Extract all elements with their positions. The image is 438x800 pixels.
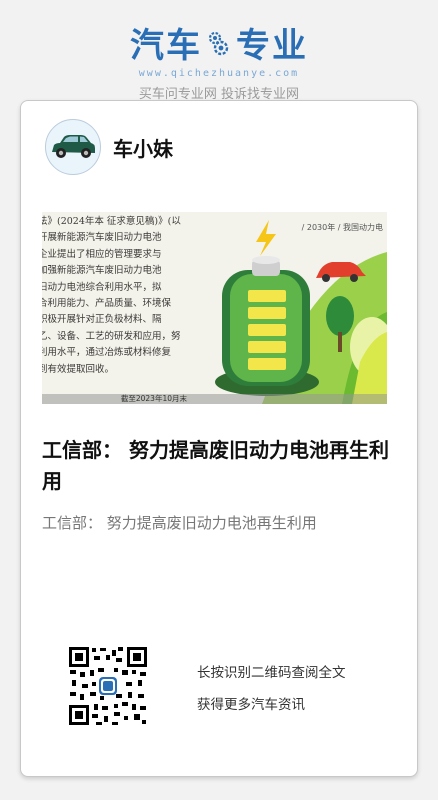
brand-logo: 汽车 专业 <box>130 18 308 67</box>
battery-illustration <box>215 220 387 404</box>
qr-code[interactable] <box>68 646 148 726</box>
gear-icon <box>208 31 229 55</box>
author-row: 车小妹 <box>45 119 173 175</box>
image-text-line: 旧动力电池综合利用水平，拟 <box>42 281 162 293</box>
brand-header: 汽车 专业 www.qichezhuanye.com 买车问专业网 投诉找专业网 <box>0 18 438 102</box>
image-year-label: / 2030年 / 我国动力电 <box>301 223 383 232</box>
image-text-line: 积极开展针对正负极材料、隔 <box>42 314 162 326</box>
image-text-line: 到有效提取回收。 <box>42 363 115 375</box>
image-text-line: 利用水平，通过冶炼或材料修复 <box>42 347 172 359</box>
article-summary: 工信部： 努力提高废旧动力电池再生利用 <box>42 514 317 532</box>
image-text-block: 法》(2024年本 征求意见稿)》(以 开展新能源汽车废旧动力电池 企业提出了相… <box>42 212 192 404</box>
qr-hint: 长按识别二维码查阅全文 获得更多汽车资讯 <box>197 661 346 725</box>
image-text-line: 乙、设备、工艺的研发和应用，努 <box>42 330 181 342</box>
author-name: 车小妹 <box>113 136 173 161</box>
article-image[interactable]: 法》(2024年本 征求意见稿)》(以 开展新能源汽车废旧动力电池 企业提出了相… <box>42 212 387 404</box>
image-text-line: 合利用能力、产品质量、环境保 <box>42 298 172 310</box>
article-headline[interactable]: 工信部： 努力提高废旧动力电池再生利用 <box>42 435 392 497</box>
qr-hint-line: 长按识别二维码查阅全文 <box>197 665 346 681</box>
image-caption: 截至2023年10月末 <box>42 394 387 404</box>
image-text-line: 企业提出了相应的管理要求与 <box>42 248 162 260</box>
avatar <box>45 119 101 175</box>
brand-url: www.qichezhuanye.com <box>138 68 300 79</box>
image-text-line: 开展新能源汽车废旧动力电池 <box>42 232 162 244</box>
article-card[interactable]: 车小妹 法》(2024年本 征求意见稿)》(以 开展新能源汽车废旧动力电池 企业… <box>20 100 418 777</box>
qr-hint-line: 获得更多汽车资讯 <box>197 697 305 713</box>
image-text-line: 加强新能源汽车废旧动力电池 <box>42 265 162 277</box>
image-text-line: 法》(2024年本 征求意见稿)》(以 <box>42 216 181 227</box>
brand-title-left: 汽车 <box>130 26 202 66</box>
brand-title-right: 专业 <box>236 26 308 66</box>
car-icon <box>52 135 95 158</box>
